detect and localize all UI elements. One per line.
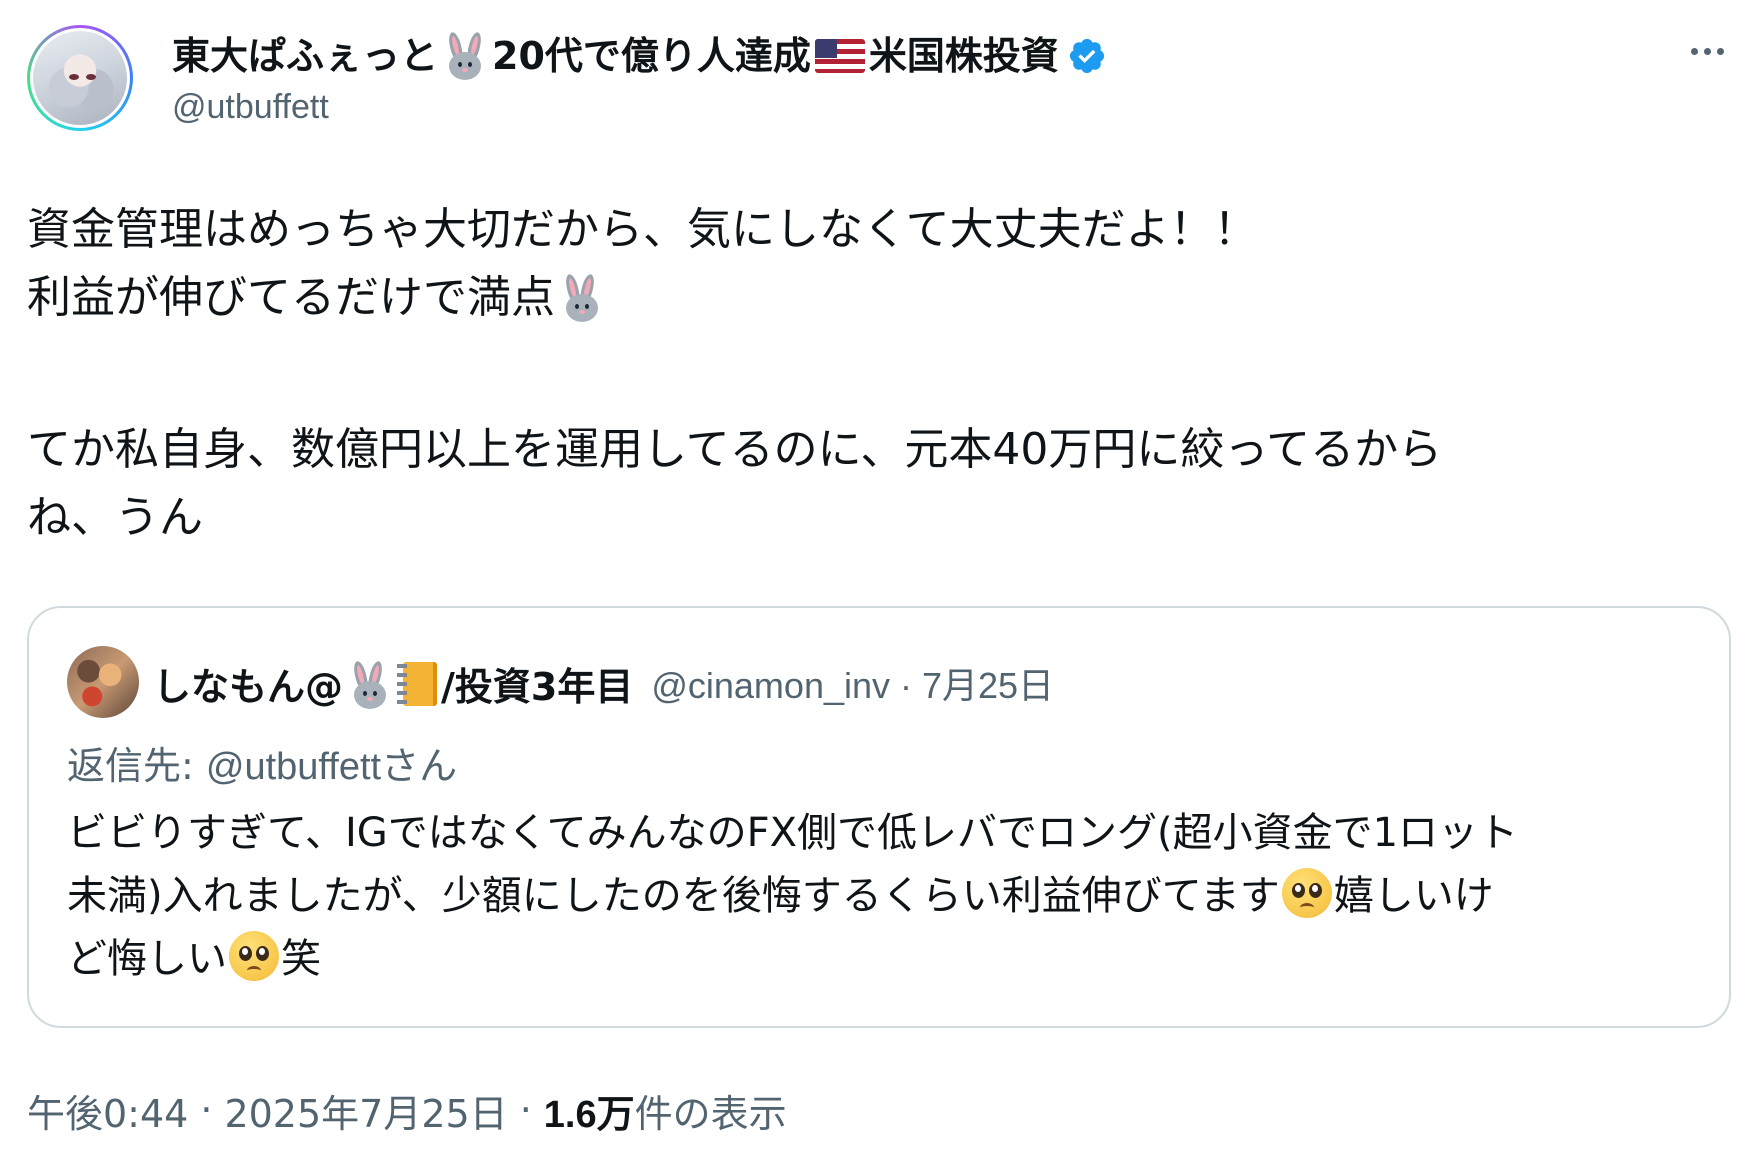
reply-suffix: さん xyxy=(381,744,458,788)
pleading-face-icon xyxy=(1281,868,1332,918)
quoted-line: ど悔しい 笑 xyxy=(67,928,1707,991)
avatar-image xyxy=(30,28,130,128)
verified-badge-icon xyxy=(1069,38,1105,74)
quoted-line-text: 未満)入れましたが、少額にしたのを後悔するくらい利益伸びてます xyxy=(67,873,1280,919)
quoted-line: ビビりすぎて、IGではなくてみんなのFX側で低レバでロング(超小資金で1ロット xyxy=(67,810,1519,856)
tweet-line: 利益が伸びてるだけで満点 xyxy=(27,264,1727,332)
rabbit-face-icon xyxy=(440,30,490,82)
ellipsis-icon xyxy=(1716,47,1724,55)
ellipsis-icon xyxy=(1703,47,1711,55)
tweet-line: てか私自身、数億円以上を運用してるのに、元本40万円に絞ってるから xyxy=(27,424,1443,475)
reply-to-line: 返信先: @utbuffettさん xyxy=(67,738,457,795)
us-flag-icon xyxy=(814,39,865,73)
tweet-card: 東大ぱふぇっと 20代で億り人達成 米国株投資 @utbuffett 資金管理は… xyxy=(0,0,1760,1150)
views-label: 件の表示 xyxy=(634,1091,787,1136)
notebook-icon xyxy=(395,658,439,708)
author-name-part3: 米国株投資 xyxy=(868,34,1059,78)
quoted-header: しなもん@ /投資3年目 @cinamon_inv · 7月25日 xyxy=(153,648,1054,718)
tweet-line-text: 利益が伸びてるだけで満点 xyxy=(27,272,555,323)
author-name-part2: 20代で億り人達成 xyxy=(492,34,811,78)
ellipsis-icon xyxy=(1690,47,1698,55)
quoted-line-text: 笑 xyxy=(281,936,321,982)
quoted-line-text: 嬉しいけ xyxy=(1333,873,1494,919)
quoted-text: ビビりすぎて、IGではなくてみんなのFX側で低レバでロング(超小資金で1ロット … xyxy=(67,802,1707,991)
author-name-part1: 東大ぱふぇっと xyxy=(172,34,439,78)
separator-dot: · xyxy=(200,1088,213,1132)
separator-dot: · xyxy=(519,1088,532,1132)
post-date[interactable]: 2025年7月25日 xyxy=(224,1083,507,1138)
author-display-name[interactable]: 東大ぱふぇっと 20代で億り人達成 米国株投資 xyxy=(172,28,1107,84)
tweet-line: ね、うん xyxy=(27,492,203,543)
avatar-eye xyxy=(85,74,96,81)
quoted-line-text: ど悔しい xyxy=(67,936,227,982)
pleading-face-icon xyxy=(229,931,279,981)
quoted-author-name-part1: しなもん@ xyxy=(153,664,344,709)
tweet-line: 資金管理はめっちゃ大切だから、気にしなくて大丈夫だよ！！ xyxy=(27,204,1258,255)
quoted-handle-date: @cinamon_inv · 7月25日 xyxy=(651,665,1055,706)
avatar-eye xyxy=(68,74,79,81)
tweet-metadata: 午後0:44 · 2025年7月25日 · 1.6万 件の表示 xyxy=(27,1080,787,1140)
post-time[interactable]: 午後0:44 xyxy=(27,1083,188,1138)
reply-to-handle[interactable]: @utbuffett xyxy=(206,746,381,788)
reply-label: 返信先: xyxy=(67,744,206,788)
quoted-line: 未満)入れましたが、少額にしたのを後悔するくらい利益伸びてます 嬉しいけ xyxy=(67,865,1707,928)
more-options-button[interactable] xyxy=(1682,36,1732,66)
author-handle[interactable]: @utbuffett xyxy=(172,82,329,132)
quoted-tweet[interactable]: しなもん@ /投資3年目 @cinamon_inv · 7月25日 返信先: @… xyxy=(27,606,1731,1028)
quoted-author-avatar[interactable] xyxy=(67,646,139,718)
tweet-text: 資金管理はめっちゃ大切だから、気にしなくて大丈夫だよ！！ 利益が伸びてるだけで満… xyxy=(27,196,1727,552)
rabbit-face-icon xyxy=(557,272,603,322)
author-avatar[interactable] xyxy=(27,25,133,131)
views-count[interactable]: 1.6万 xyxy=(544,1083,635,1138)
rabbit-face-icon xyxy=(345,659,391,709)
quoted-author-name-part2: /投資3年目 xyxy=(441,664,634,709)
